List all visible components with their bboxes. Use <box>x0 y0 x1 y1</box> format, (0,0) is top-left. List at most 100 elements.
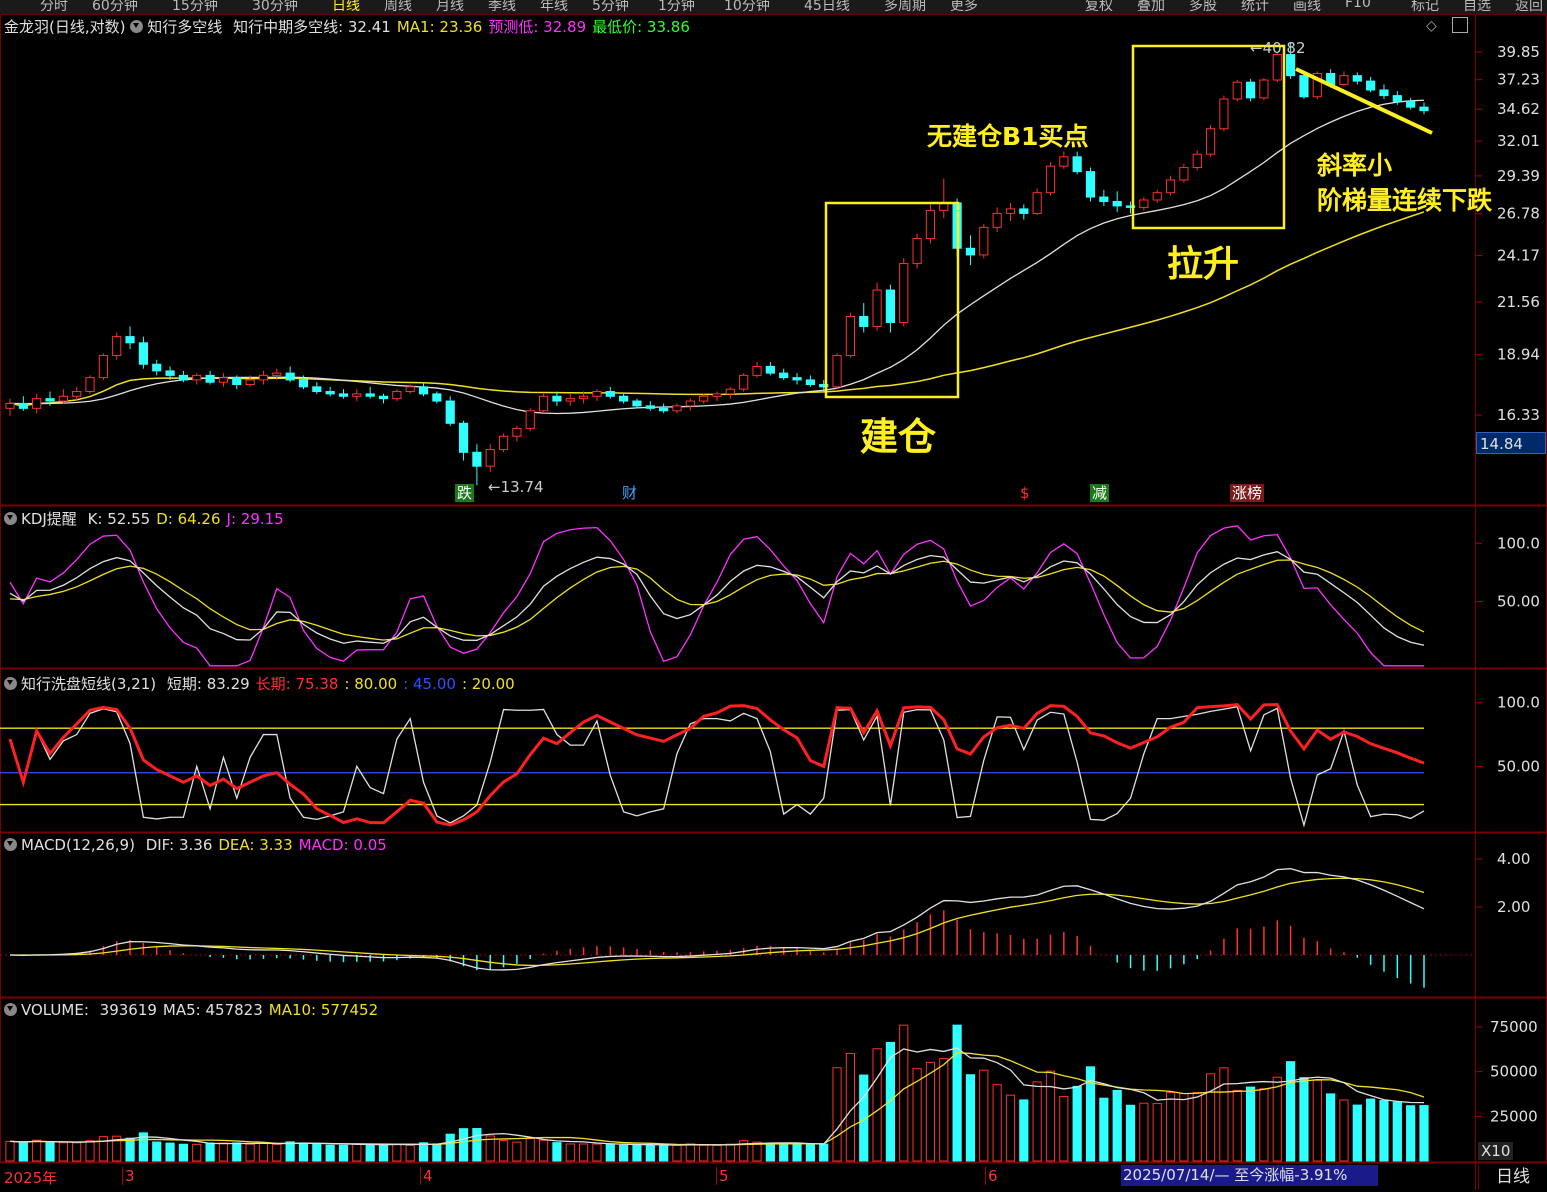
toolbar-tab[interactable]: 月线 <box>436 0 464 14</box>
volume-bar <box>1339 1099 1349 1162</box>
toolbar-right-tab[interactable]: 叠加 <box>1137 0 1165 14</box>
window-toggle-icon[interactable] <box>1452 17 1468 33</box>
volume-bar <box>832 1067 842 1162</box>
toolbar-tab[interactable]: 更多 <box>950 0 978 14</box>
toolbar-tab[interactable]: 5分钟 <box>592 0 629 14</box>
range-stat-tag[interactable]: 2025/07/14/— 至今涨幅-3.91% <box>1121 1165 1378 1186</box>
toolbar-right-tab[interactable]: 多股 <box>1189 0 1217 14</box>
toolbar-tab[interactable]: 60分钟 <box>92 0 138 14</box>
event-badge[interactable]: 跌 <box>455 484 475 502</box>
main-header: 金龙羽(日线,对数) 知行多空线 知行中期多空线: 32.41 MA1: 23.3… <box>4 16 690 37</box>
candle-body <box>112 336 122 357</box>
stock-name: 金龙羽(日线,对数) <box>4 18 126 36</box>
toolbar-right-tab[interactable]: 自选 <box>1463 0 1491 14</box>
toolbar-tab[interactable]: 周线 <box>384 0 412 14</box>
event-badge[interactable]: $ <box>1018 484 1032 502</box>
month-label: 4 <box>420 1167 433 1185</box>
dropdown-icon[interactable] <box>4 1003 17 1016</box>
volume-bar <box>632 1144 642 1162</box>
toolbar-tab[interactable]: 分时 <box>40 0 68 14</box>
low-marker-value: 13.74 <box>500 478 544 496</box>
readout: MA5: 457823 <box>162 1001 263 1019</box>
dropdown-icon[interactable] <box>130 20 144 33</box>
toolbar-tab[interactable]: 季线 <box>488 0 516 14</box>
readout: 知行中期多空线: 32.41 <box>233 18 391 36</box>
volume-bar <box>218 1142 229 1162</box>
volume-bar <box>258 1142 269 1162</box>
volume-bar <box>1112 1089 1122 1162</box>
candle-body <box>165 370 175 376</box>
candle-body <box>1352 75 1362 82</box>
candle-body <box>1179 167 1189 181</box>
candle-body <box>72 391 82 397</box>
toolbar-tab[interactable]: 日线 <box>332 0 360 14</box>
volume-bar <box>565 1143 575 1162</box>
kdj-readouts: K: 52.55 D: 64.26 J: 29.15 <box>82 510 284 528</box>
diamond-icon[interactable]: ◇ <box>1426 18 1437 34</box>
candle-body <box>805 379 815 386</box>
volume-bar <box>1045 1070 1056 1162</box>
wash-title[interactable]: 知行洗盘短线(3,21) <box>21 675 156 693</box>
current-price-tag: 14.84 <box>1476 432 1546 454</box>
toolbar-tab[interactable]: 45日线 <box>804 0 850 14</box>
candle-body <box>979 226 989 256</box>
volume-bar <box>952 1024 962 1162</box>
readout: MA1: 23.36 <box>396 18 483 36</box>
toolbar-tab[interactable]: 10分钟 <box>724 0 770 14</box>
price-tick-label: 26.78 <box>1497 205 1540 223</box>
kdj-k-line <box>9 551 1425 646</box>
high-marker-value: 40.82 <box>1262 39 1306 57</box>
toolbar-tab[interactable]: 1分钟 <box>658 0 695 14</box>
toolbar-right-tab[interactable]: F10 <box>1345 0 1371 11</box>
macd-readouts: DIF: 3.36 DEA: 3.33 MACD: 0.05 <box>140 836 387 854</box>
volume-bar <box>178 1143 189 1162</box>
candle-body <box>45 398 55 402</box>
dropdown-icon[interactable] <box>4 512 17 525</box>
indicator-name[interactable]: 知行多空线 <box>147 18 222 36</box>
candle-body <box>885 289 896 323</box>
volume-bar <box>792 1143 802 1162</box>
dropdown-icon[interactable] <box>4 838 17 851</box>
candle-body <box>405 386 415 393</box>
readout: K: 52.55 <box>87 510 151 528</box>
candle-body <box>1019 208 1029 214</box>
toolbar-right-tab[interactable]: 画线 <box>1293 0 1321 14</box>
macd-title[interactable]: MACD(12,26,9) <box>21 836 135 854</box>
kdj-title[interactable]: KDJ提醒 <box>21 510 77 528</box>
candle-body <box>1232 81 1242 100</box>
candle-body <box>85 377 95 393</box>
volume-bar <box>32 1139 42 1162</box>
price-tick-label: 16.33 <box>1497 406 1540 424</box>
candle-body <box>685 400 695 407</box>
candle-body <box>285 372 295 381</box>
readout: MA10: 577452 <box>268 1001 379 1019</box>
event-badge[interactable]: 涨榜 <box>1230 484 1265 502</box>
candle-body <box>192 374 202 381</box>
candle-body <box>378 395 389 400</box>
dropdown-icon[interactable] <box>4 677 17 690</box>
event-badge[interactable]: 财 <box>620 484 640 502</box>
toolbar-right-tab[interactable]: 统计 <box>1241 0 1269 14</box>
volume-bar <box>538 1139 549 1162</box>
wash-tick-label: 50.00 <box>1497 757 1540 775</box>
candle-body <box>1165 179 1176 194</box>
toolbar-right-tab[interactable]: 复权 <box>1085 0 1113 14</box>
toolbar-right-tab[interactable]: 返回 <box>1515 0 1543 14</box>
readout: DIF: 3.36 <box>145 836 213 854</box>
toolbar-tab[interactable]: 30分钟 <box>252 0 298 14</box>
volume-title[interactable]: VOLUME: <box>21 1001 89 1019</box>
toolbar-tab[interactable]: 多周期 <box>884 0 926 14</box>
volume-bar <box>512 1141 522 1162</box>
period-label[interactable]: 日线 <box>1478 1165 1547 1189</box>
volume-bar <box>445 1133 455 1162</box>
candle-body <box>218 377 229 383</box>
candle-body <box>138 342 148 365</box>
toolbar-tab[interactable]: 年线 <box>540 0 568 14</box>
event-badge[interactable]: 减 <box>1090 484 1110 502</box>
readout: J: 29.15 <box>226 510 284 528</box>
toolbar-right-tab[interactable]: 标记 <box>1411 0 1439 14</box>
readout: MACD: 0.05 <box>298 836 387 854</box>
volume-bar <box>325 1144 335 1162</box>
candle-body <box>1366 80 1376 91</box>
toolbar-tab[interactable]: 15分钟 <box>172 0 218 14</box>
